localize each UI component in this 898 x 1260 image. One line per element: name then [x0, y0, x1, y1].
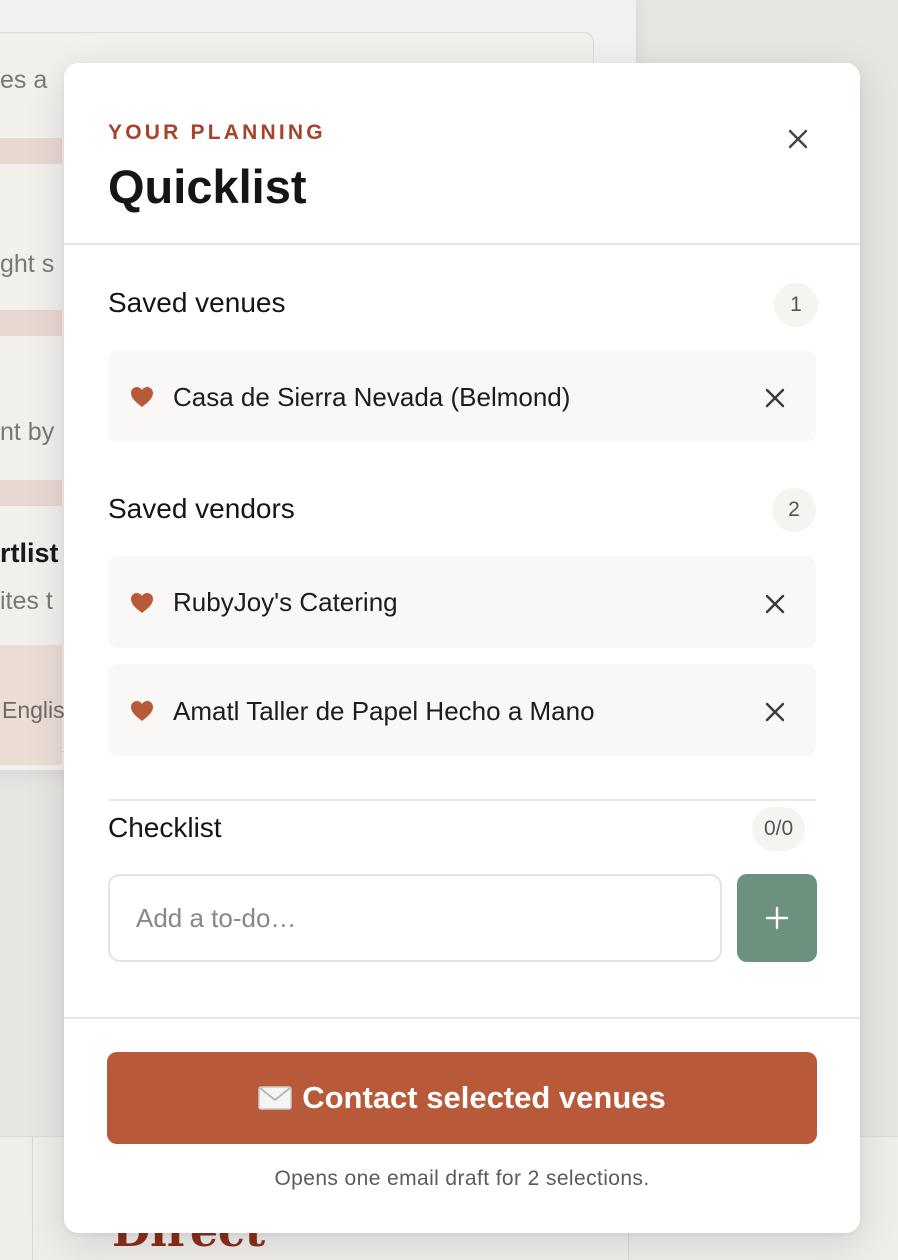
heart-icon	[131, 593, 153, 613]
background-strip	[0, 480, 62, 506]
checklist-divider	[108, 799, 816, 801]
add-todo-button[interactable]	[737, 874, 817, 962]
saved-venues-count: 1	[774, 283, 818, 327]
remove-venue-button[interactable]	[760, 383, 790, 413]
close-icon	[765, 594, 785, 614]
modal-title: Quicklist	[108, 160, 307, 213]
envelope-icon	[258, 1086, 292, 1110]
remove-vendor-button[interactable]	[760, 697, 790, 727]
saved-vendor-item: Amatl Taller de Papel Hecho a Mano	[108, 664, 816, 756]
background-text: ites t	[0, 587, 53, 615]
remove-vendor-button[interactable]	[760, 589, 790, 619]
background-heading: rtlist	[0, 538, 59, 568]
saved-vendors-title: Saved vendors	[108, 493, 295, 524]
header-divider	[64, 243, 860, 245]
background-text: Englis	[2, 697, 65, 723]
background-divider	[32, 1136, 33, 1260]
background-strip	[0, 310, 62, 336]
background-text: es a	[0, 66, 48, 94]
saved-venue-item: Casa de Sierra Nevada (Belmond)	[108, 350, 816, 442]
saved-venue-label: Casa de Sierra Nevada (Belmond)	[173, 382, 571, 412]
heart-icon	[131, 387, 153, 407]
checklist-count: 0/0	[752, 807, 806, 851]
quicklist-modal: YOUR PLANNING Quicklist Saved venues 1 C…	[64, 63, 860, 1233]
saved-vendor-label: Amatl Taller de Papel Hecho a Mano	[173, 696, 595, 726]
close-icon	[765, 702, 785, 722]
saved-vendor-item: RubyJoy's Catering	[108, 556, 816, 648]
background-text: nt by	[0, 418, 55, 446]
checklist-title: Checklist	[108, 812, 222, 843]
contact-footnote: Opens one email draft for 2 selections.	[274, 1167, 650, 1190]
background-text: ght s	[0, 250, 55, 278]
contact-selected-venues-button[interactable]: Contact selected venues	[107, 1052, 817, 1144]
close-icon	[788, 129, 808, 149]
footer-divider	[64, 1017, 860, 1019]
saved-vendor-label: RubyJoy's Catering	[173, 587, 398, 617]
contact-button-label: Contact selected venues	[302, 1080, 666, 1115]
close-icon	[765, 388, 785, 408]
saved-venues-title: Saved venues	[108, 287, 286, 318]
todo-input[interactable]	[108, 874, 722, 962]
modal-eyebrow: YOUR PLANNING	[108, 121, 326, 144]
close-button[interactable]	[780, 121, 816, 157]
background-strip	[0, 138, 62, 164]
saved-vendors-count: 2	[772, 488, 816, 532]
plus-icon	[765, 906, 789, 930]
heart-icon	[131, 701, 153, 721]
